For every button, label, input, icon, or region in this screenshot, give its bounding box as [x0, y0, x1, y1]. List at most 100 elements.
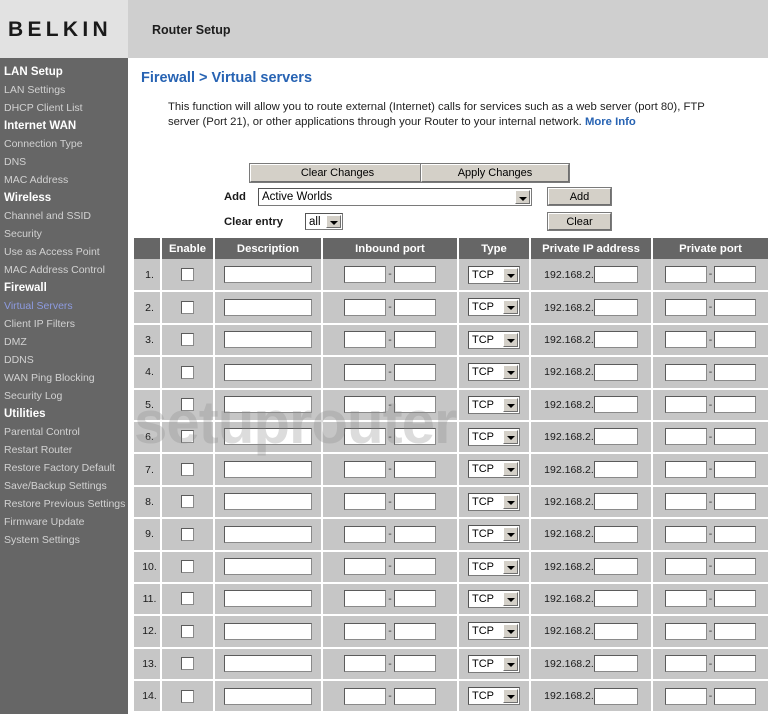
private-ip-input[interactable] — [593, 622, 638, 640]
inbound-port-from-input[interactable] — [344, 298, 387, 316]
inbound-port-from-input[interactable] — [344, 622, 387, 640]
enable-checkbox[interactable] — [181, 624, 194, 638]
inbound-port-to-input[interactable] — [393, 460, 436, 478]
inbound-port-to-input[interactable] — [393, 655, 436, 673]
inbound-port-from-input[interactable] — [344, 363, 387, 381]
description-input[interactable] — [224, 687, 312, 705]
sidebar-item-dns[interactable]: DNS — [0, 153, 128, 171]
inbound-port-to-input[interactable] — [393, 331, 436, 349]
type-select[interactable]: TCP — [468, 622, 520, 641]
private-port-to-input[interactable] — [714, 557, 757, 575]
private-port-to-input[interactable] — [714, 655, 757, 673]
private-port-from-input[interactable] — [664, 363, 707, 381]
sidebar-item-dhcp-client-list[interactable]: DHCP Client List — [0, 99, 128, 117]
sidebar-item-parental-control[interactable]: Parental Control — [0, 423, 128, 441]
enable-checkbox[interactable] — [181, 689, 194, 703]
private-ip-input[interactable] — [593, 298, 638, 316]
private-ip-input[interactable] — [593, 363, 638, 381]
inbound-port-from-input[interactable] — [344, 687, 387, 705]
private-port-to-input[interactable] — [714, 590, 757, 608]
sidebar-item-ddns[interactable]: DDNS — [0, 351, 128, 369]
private-ip-input[interactable] — [593, 525, 638, 543]
apply-changes-button[interactable]: Apply Changes — [420, 163, 570, 183]
private-port-to-input[interactable] — [714, 265, 757, 283]
clear-button[interactable]: Clear — [547, 212, 612, 231]
private-port-from-input[interactable] — [664, 331, 707, 349]
private-ip-input[interactable] — [593, 396, 638, 414]
more-info-link[interactable]: More Info — [585, 116, 636, 128]
private-ip-input[interactable] — [593, 460, 638, 478]
type-select[interactable]: TCP — [468, 589, 520, 608]
type-select[interactable]: TCP — [468, 298, 520, 317]
private-port-to-input[interactable] — [714, 331, 757, 349]
private-port-from-input[interactable] — [664, 298, 707, 316]
type-select[interactable]: TCP — [468, 363, 520, 382]
sidebar-item-firmware-update[interactable]: Firmware Update — [0, 513, 128, 531]
private-ip-input[interactable] — [593, 557, 638, 575]
clear-entry-select[interactable]: all — [305, 213, 343, 230]
private-port-from-input[interactable] — [664, 590, 707, 608]
inbound-port-to-input[interactable] — [393, 622, 436, 640]
private-port-to-input[interactable] — [714, 687, 757, 705]
enable-checkbox[interactable] — [181, 300, 194, 314]
description-input[interactable] — [224, 493, 312, 511]
type-select[interactable]: TCP — [468, 460, 520, 479]
inbound-port-to-input[interactable] — [393, 428, 436, 446]
description-input[interactable] — [224, 363, 312, 381]
private-ip-input[interactable] — [593, 590, 638, 608]
enable-checkbox[interactable] — [181, 657, 194, 671]
sidebar-item-security-log[interactable]: Security Log — [0, 387, 128, 405]
private-port-to-input[interactable] — [714, 298, 757, 316]
private-port-from-input[interactable] — [664, 493, 707, 511]
private-port-to-input[interactable] — [714, 622, 757, 640]
type-select[interactable]: TCP — [468, 492, 520, 511]
type-select[interactable]: TCP — [468, 687, 520, 706]
enable-checkbox[interactable] — [181, 398, 194, 412]
private-ip-input[interactable] — [593, 493, 638, 511]
private-ip-input[interactable] — [593, 655, 638, 673]
private-ip-input[interactable] — [593, 687, 638, 705]
inbound-port-from-input[interactable] — [344, 590, 387, 608]
inbound-port-from-input[interactable] — [344, 460, 387, 478]
sidebar-item-restart-router[interactable]: Restart Router — [0, 441, 128, 459]
private-port-to-input[interactable] — [714, 493, 757, 511]
private-port-to-input[interactable] — [714, 460, 757, 478]
private-ip-input[interactable] — [593, 265, 638, 283]
sidebar-item-system-settings[interactable]: System Settings — [0, 531, 128, 549]
private-port-from-input[interactable] — [664, 687, 707, 705]
inbound-port-from-input[interactable] — [344, 557, 387, 575]
inbound-port-from-input[interactable] — [344, 331, 387, 349]
type-select[interactable]: TCP — [468, 265, 520, 284]
private-port-from-input[interactable] — [664, 265, 707, 283]
description-input[interactable] — [224, 622, 312, 640]
private-port-from-input[interactable] — [664, 428, 707, 446]
sidebar-item-restore-previous-settings[interactable]: Restore Previous Settings — [0, 495, 128, 513]
description-input[interactable] — [224, 396, 312, 414]
type-select[interactable]: TCP — [468, 557, 520, 576]
inbound-port-from-input[interactable] — [344, 428, 387, 446]
add-service-select[interactable]: Active Worlds — [258, 188, 532, 206]
inbound-port-to-input[interactable] — [393, 687, 436, 705]
enable-checkbox[interactable] — [181, 365, 194, 379]
inbound-port-to-input[interactable] — [393, 298, 436, 316]
inbound-port-from-input[interactable] — [344, 655, 387, 673]
private-ip-input[interactable] — [593, 331, 638, 349]
private-port-from-input[interactable] — [664, 622, 707, 640]
enable-checkbox[interactable] — [181, 430, 194, 444]
sidebar-item-virtual-servers[interactable]: Virtual Servers — [0, 297, 128, 315]
private-port-to-input[interactable] — [714, 396, 757, 414]
type-select[interactable]: TCP — [468, 428, 520, 447]
enable-checkbox[interactable] — [181, 559, 194, 573]
inbound-port-from-input[interactable] — [344, 396, 387, 414]
inbound-port-from-input[interactable] — [344, 265, 387, 283]
inbound-port-to-input[interactable] — [393, 363, 436, 381]
description-input[interactable] — [224, 331, 312, 349]
enable-checkbox[interactable] — [181, 333, 194, 347]
enable-checkbox[interactable] — [181, 495, 194, 509]
sidebar-item-channel-and-ssid[interactable]: Channel and SSID — [0, 207, 128, 225]
description-input[interactable] — [224, 525, 312, 543]
type-select[interactable]: TCP — [468, 330, 520, 349]
type-select[interactable]: TCP — [468, 654, 520, 673]
private-port-from-input[interactable] — [664, 655, 707, 673]
clear-changes-button[interactable]: Clear Changes — [249, 163, 426, 183]
